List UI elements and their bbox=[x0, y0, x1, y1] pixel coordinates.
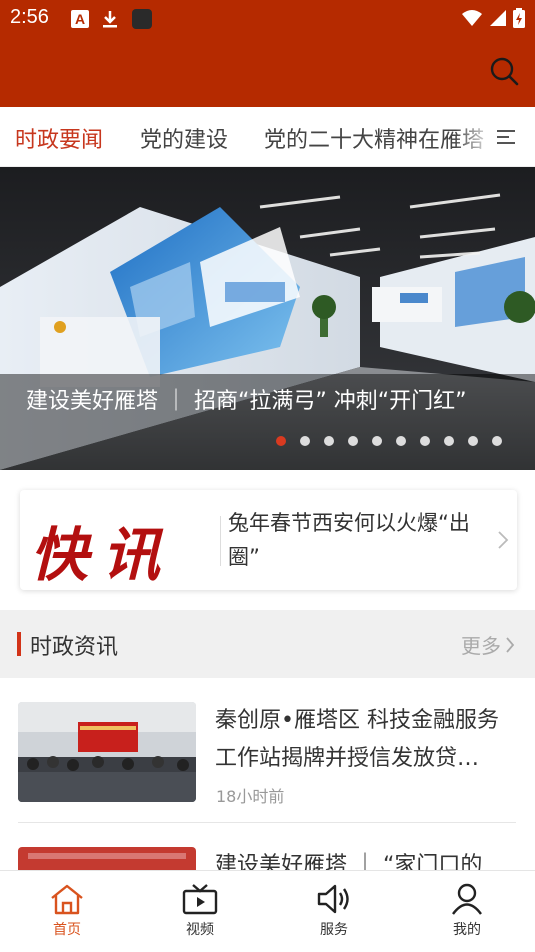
flash-news-headline: 兔年春节西安何以火爆“出圈” bbox=[228, 511, 470, 569]
banner-dot[interactable] bbox=[324, 436, 334, 446]
news-title: 秦创原•雁塔区 科技金融服务工作站揭牌并授信发放贷… bbox=[215, 708, 499, 771]
news-list: 秦创原•雁塔区 科技金融服务工作站揭牌并授信发放贷… 18小时前 建设美好雁塔 … bbox=[0, 678, 535, 870]
search-icon[interactable] bbox=[489, 56, 519, 86]
banner-pagination bbox=[276, 436, 502, 446]
status-bar: 2:56 A bbox=[0, 0, 535, 36]
news-item[interactable]: 秦创原•雁塔区 科技金融服务工作站揭牌并授信发放贷… 18小时前 bbox=[18, 678, 516, 823]
news-title: 建设美好雁塔 ｜ “家门口的 bbox=[215, 853, 483, 870]
status-indicators bbox=[461, 6, 525, 30]
news-thumbnail bbox=[18, 702, 196, 802]
chevron-right-icon bbox=[498, 531, 509, 549]
banner-dot[interactable] bbox=[468, 436, 478, 446]
banner-dot[interactable] bbox=[444, 436, 454, 446]
banner-dot[interactable] bbox=[492, 436, 502, 446]
wifi-icon bbox=[462, 10, 482, 26]
banner-dot[interactable] bbox=[420, 436, 430, 446]
banner-dot[interactable] bbox=[276, 436, 286, 446]
more-link[interactable]: 更多 bbox=[461, 630, 515, 659]
download-icon bbox=[103, 11, 117, 28]
channel-tabs: 时政要闻 党的建设 党的二十大精神在雁塔 bbox=[0, 107, 535, 167]
news-item[interactable]: 建设美好雁塔 ｜ “家门口的 bbox=[18, 823, 516, 870]
tab-news[interactable]: 时政要闻 bbox=[15, 122, 103, 154]
signal-icon bbox=[490, 10, 506, 26]
nav-video[interactable]: 视频 bbox=[155, 877, 245, 952]
nav-home-label: 首页 bbox=[53, 922, 81, 938]
news-time: 18小时前 bbox=[216, 787, 285, 806]
banner-dot[interactable] bbox=[372, 436, 382, 446]
banner-dot[interactable] bbox=[396, 436, 406, 446]
battery-icon bbox=[513, 8, 525, 28]
flash-news-card[interactable]: 快讯 兔年春节西安何以火爆“出圈” bbox=[20, 490, 517, 590]
svg-text:A: A bbox=[75, 11, 85, 27]
nav-service-label: 服务 bbox=[320, 922, 348, 938]
nav-home[interactable]: 首页 bbox=[22, 877, 112, 952]
app-screen: 2:56 A 时政要闻 党的建设 党的二十大精神在雁塔 建设美好雁塔 ｜ 招商“… bbox=[0, 0, 535, 952]
nav-mine[interactable]: 我的 bbox=[422, 877, 512, 952]
flash-news-wrapper: 快讯 兔年春节西安何以火爆“出圈” bbox=[0, 470, 535, 610]
speaker-icon bbox=[317, 884, 349, 914]
section-header: 时政资讯 更多 bbox=[0, 610, 535, 678]
status-time: 2:56 bbox=[10, 6, 49, 28]
bottom-navigation: 首页 视频 服务 我的 bbox=[0, 870, 535, 952]
user-icon bbox=[452, 883, 482, 915]
app-header: 2:56 A bbox=[0, 0, 535, 107]
nav-service[interactable]: 服务 bbox=[289, 877, 379, 952]
text-a-icon: A bbox=[71, 10, 89, 28]
home-icon bbox=[51, 884, 83, 915]
section-accent-bar bbox=[17, 632, 21, 656]
banner-carousel[interactable]: 建设美好雁塔 ｜ 招商“拉满弓” 冲刺“开门红” bbox=[0, 167, 535, 470]
video-icon bbox=[182, 884, 218, 915]
banner-caption: 建设美好雁塔 ｜ 招商“拉满弓” 冲刺“开门红” bbox=[26, 389, 467, 414]
app-square-icon bbox=[132, 9, 152, 29]
tabs-fade bbox=[455, 107, 495, 166]
section-title: 时政资讯 bbox=[30, 635, 119, 660]
menu-lines-icon bbox=[497, 130, 515, 144]
channel-menu-button[interactable] bbox=[491, 107, 535, 166]
chevron-right-icon bbox=[506, 636, 515, 653]
nav-video-label: 视频 bbox=[186, 922, 214, 938]
flash-divider bbox=[220, 516, 221, 566]
flash-news-logo: 快讯 bbox=[30, 521, 175, 589]
news-thumbnail bbox=[18, 847, 196, 870]
banner-dot[interactable] bbox=[300, 436, 310, 446]
banner-dot[interactable] bbox=[348, 436, 358, 446]
more-link-label: 更多 bbox=[461, 634, 501, 658]
tab-twentieth-congress[interactable]: 党的二十大精神在雁塔 bbox=[264, 122, 484, 154]
nav-mine-label: 我的 bbox=[453, 922, 481, 938]
tab-party-building[interactable]: 党的建设 bbox=[140, 122, 228, 154]
